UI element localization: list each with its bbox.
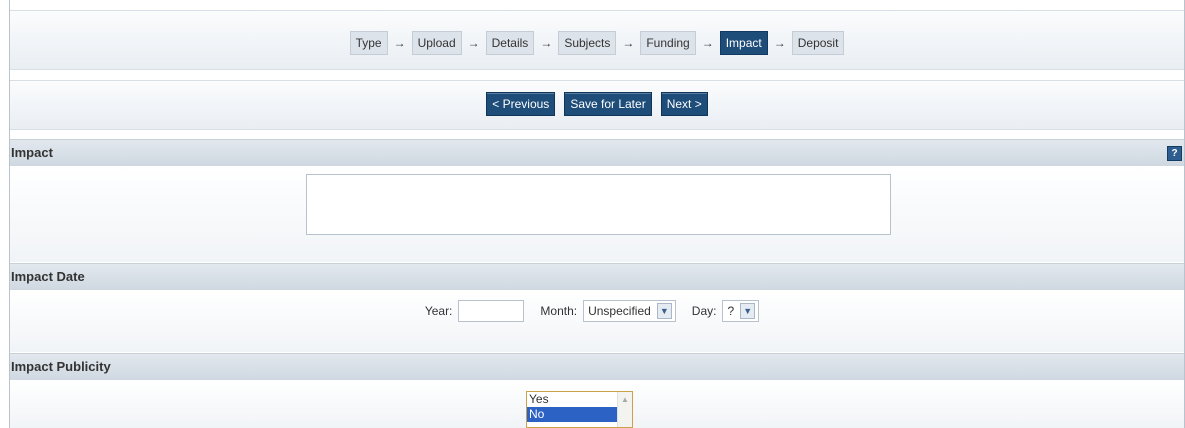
arrow-icon: → [701,36,714,50]
nav-buttons: < Previous Save for Later Next > [10,92,1184,116]
step-funding[interactable]: Funding [640,31,696,55]
day-select-value: ? [727,304,735,318]
month-select[interactable]: Unspecified ▼ [583,300,676,322]
previous-button[interactable]: < Previous [486,92,556,116]
wizard-steps: Type → Upload → Details → Subjects → Fun… [10,31,1184,55]
impact-publicity-heading: Impact Publicity [10,353,1184,381]
step-type[interactable]: Type [349,31,388,55]
impact-date-heading: Impact Date [10,263,1184,291]
step-upload[interactable]: Upload [411,31,462,55]
step-impact[interactable]: Impact [719,31,768,55]
impact-date-fields: Year: Month: Unspecified ▼ Day: ? ▼ [10,300,1184,322]
impact-heading: Impact ? [10,139,1184,167]
step-details[interactable]: Details [485,31,535,55]
year-label: Year: [424,304,453,318]
arrow-icon: → [393,36,406,50]
impact-textarea[interactable] [306,174,891,235]
chevron-down-icon: ▼ [740,303,756,319]
chevron-down-icon: ▼ [656,303,672,319]
arrow-icon: → [622,36,635,50]
deposit-form: Type → Upload → Details → Subjects → Fun… [9,0,1185,428]
scrollbar[interactable]: ▲ [617,392,632,427]
step-deposit[interactable]: Deposit [791,31,845,55]
arrow-icon: → [540,36,553,50]
arrow-icon: → [773,36,786,50]
month-select-value: Unspecified [588,304,651,318]
year-input[interactable] [458,300,525,322]
impact-date-heading-label: Impact Date [11,269,85,284]
month-label: Month: [540,304,578,318]
impact-publicity-heading-label: Impact Publicity [11,359,111,374]
step-subjects[interactable]: Subjects [558,31,617,55]
day-label: Day: [691,304,717,318]
day-select[interactable]: ? ▼ [722,300,760,322]
save-for-later-button[interactable]: Save for Later [564,92,652,116]
impact-heading-label: Impact [11,145,53,160]
impact-publicity-listbox[interactable]: Yes No ▲ [526,391,633,428]
help-icon[interactable]: ? [1167,146,1182,161]
next-button[interactable]: Next > [660,92,708,116]
arrow-icon: → [467,36,480,50]
